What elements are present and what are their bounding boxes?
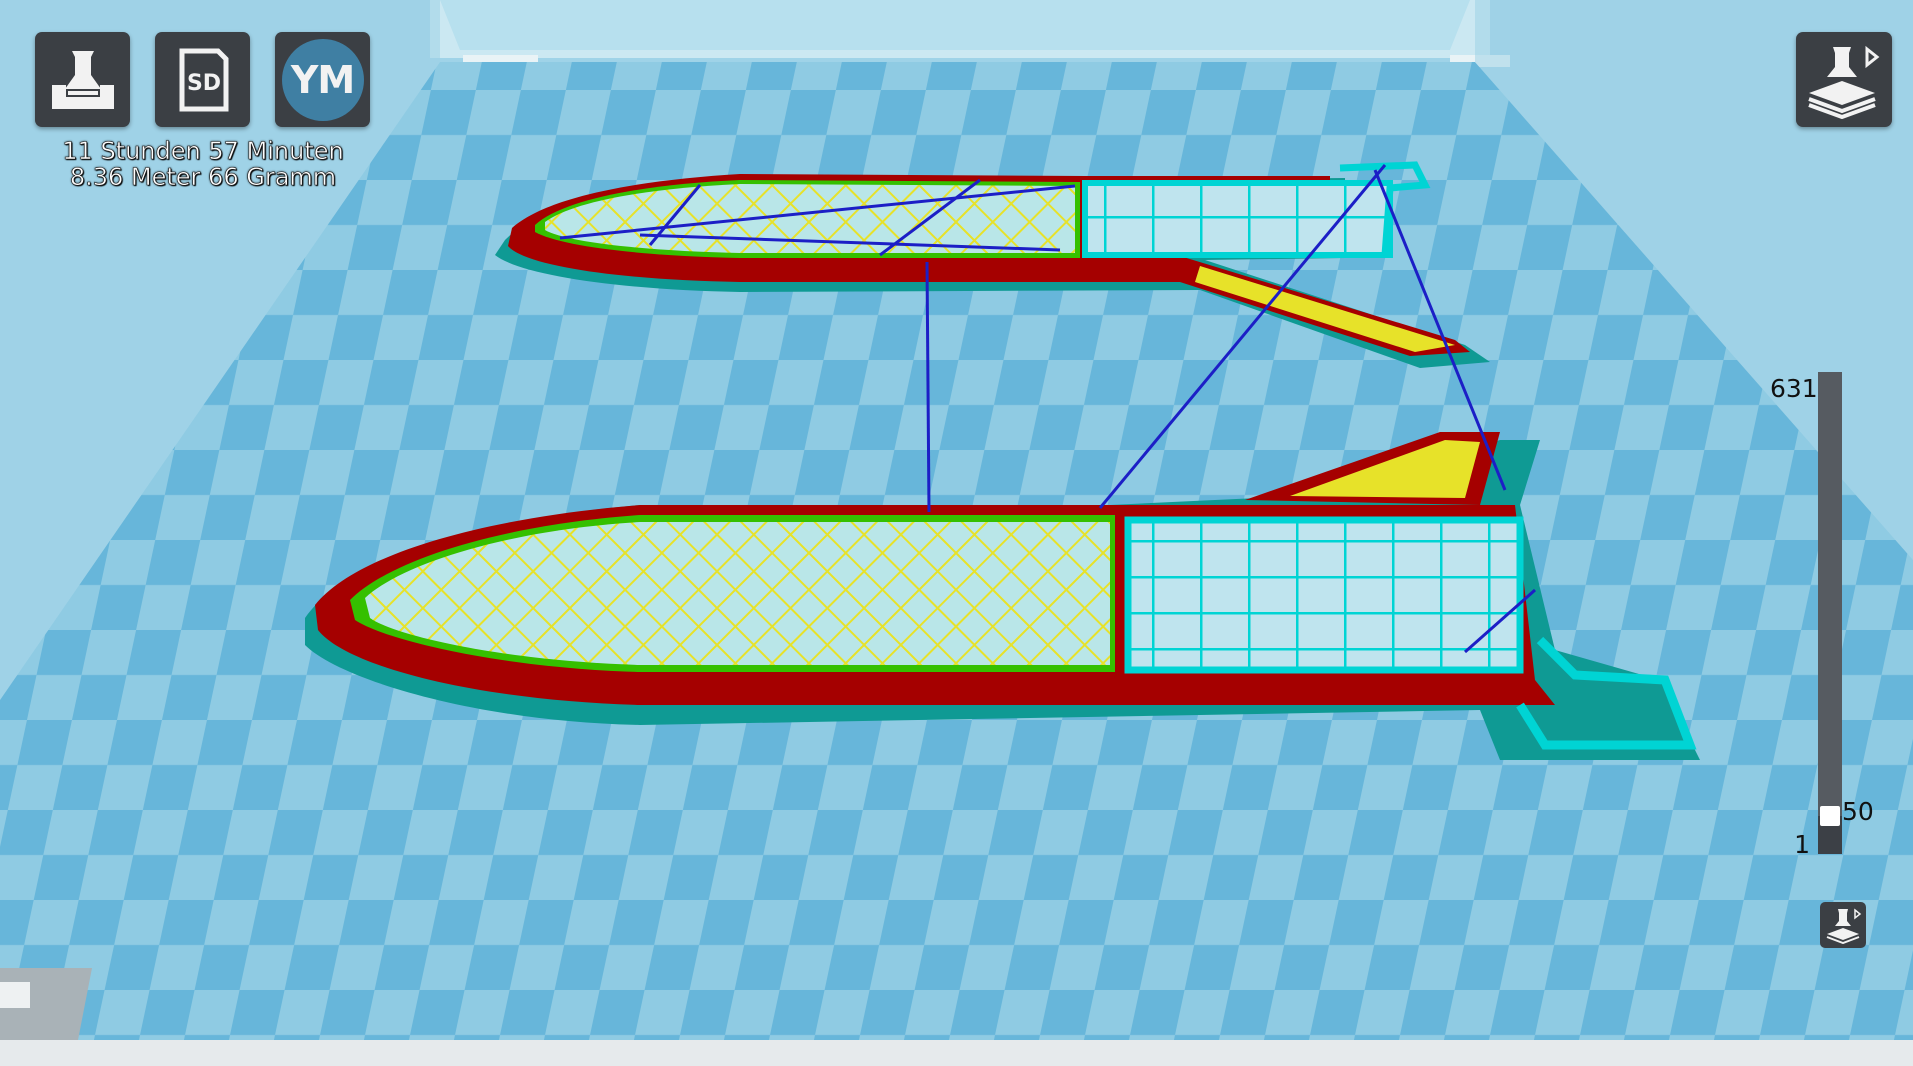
near-skin — [1128, 520, 1520, 670]
corner-clip — [0, 982, 30, 1008]
print-material-usage: 8.36 Meter 66 Gramm — [69, 163, 337, 191]
printer-front-edge — [0, 1040, 1913, 1066]
profile-avatar: YM — [281, 38, 364, 121]
layer-view-icon — [1808, 45, 1880, 119]
layer-view-toggle-button[interactable] — [1820, 902, 1866, 948]
sd-card-label: SD — [186, 71, 220, 96]
layer-max-label: 631 — [1770, 374, 1818, 403]
profile-button[interactable]: YM — [275, 32, 370, 127]
far-skin — [1085, 183, 1390, 255]
sd-card-button[interactable]: SD — [155, 32, 250, 127]
sd-card-icon: SD — [179, 48, 228, 111]
layer-stack-icon — [1826, 908, 1862, 944]
print-button[interactable] — [35, 32, 130, 127]
layer-min-label: 1 — [1794, 830, 1810, 859]
printer-frame-top — [440, 0, 1470, 50]
layer-current-label: 50 — [1842, 797, 1874, 826]
layer-slider-handle[interactable] — [1820, 805, 1840, 826]
layer-slider[interactable] — [1818, 372, 1842, 854]
print-time-estimate: 11 Stunden 57 Minuten — [62, 137, 344, 165]
view-mode-button[interactable] — [1796, 32, 1892, 127]
printer-tray-icon — [51, 50, 114, 109]
